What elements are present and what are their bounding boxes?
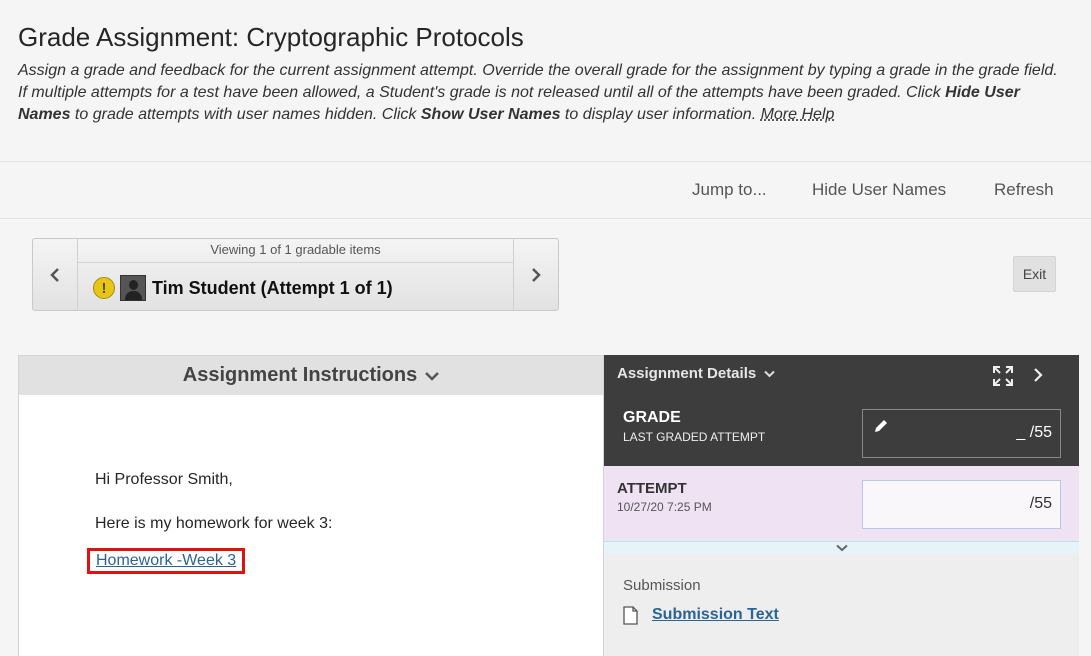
- desc-bold-show: Show User Names: [420, 106, 561, 123]
- needs-grading-icon: !: [93, 277, 115, 299]
- chevron-down-icon: [764, 370, 775, 377]
- page-description: Assign a grade and feedback for the curr…: [18, 60, 1068, 126]
- overall-grade-field[interactable]: _ /55: [862, 409, 1061, 458]
- chevron-down-icon: [425, 371, 440, 381]
- instructions-panel: Assignment Instructions Hi Professor Smi…: [18, 355, 604, 656]
- submission-text-link[interactable]: Submission Text: [652, 606, 779, 624]
- expand-icon[interactable]: [992, 365, 1014, 387]
- desc-text-1: Assign a grade and feedback for the curr…: [18, 62, 1058, 101]
- details-title: Assignment Details: [617, 365, 757, 382]
- homework-link[interactable]: Homework -Week 3: [87, 548, 246, 574]
- student-name: Tim Student (Attempt 1 of 1): [152, 277, 393, 298]
- viewing-count: Viewing 1 of 1 gradable items: [78, 242, 513, 263]
- student-row: ! Tim Student (Attempt 1 of 1): [93, 275, 393, 301]
- attempt-grade-input[interactable]: /55: [862, 480, 1061, 529]
- desc-text-3: to display user information.: [560, 106, 761, 123]
- attempt-section: ATTEMPT 10/27/20 7:25 PM /55: [604, 466, 1079, 542]
- attempt-navigator: Viewing 1 of 1 gradable items ! Tim Stud…: [32, 238, 559, 311]
- previous-attempt-button[interactable]: [33, 239, 78, 310]
- attempt-points-possible: /55: [1029, 495, 1052, 512]
- details-panel: Assignment Details GRADE LAST GRADED ATT…: [604, 355, 1079, 656]
- chevron-left-icon: [50, 267, 59, 282]
- attempt-label: ATTEMPT: [617, 480, 687, 497]
- grade-label: GRADE: [623, 409, 681, 426]
- pencil-icon[interactable]: [873, 418, 889, 434]
- grade-section: GRADE LAST GRADED ATTEMPT _ /55: [604, 394, 1079, 466]
- chevron-right-icon[interactable]: [1032, 367, 1044, 383]
- attempt-date: 10/27/20 7:25 PM: [617, 500, 712, 514]
- grade-value: _ /55: [1016, 424, 1052, 441]
- desc-text-2: to grade attempts with user names hidden…: [70, 106, 421, 123]
- page-header: Grade Assignment: Cryptographic Protocol…: [0, 0, 1091, 162]
- hide-user-names-button[interactable]: Hide User Names: [812, 180, 946, 200]
- details-toggle[interactable]: Assignment Details: [617, 365, 775, 382]
- refresh-button[interactable]: Refresh: [994, 180, 1054, 200]
- more-help-link[interactable]: More Help: [761, 106, 835, 123]
- attempt-expand-toggle[interactable]: [604, 542, 1079, 554]
- action-toolbar: Jump to... Hide User Names Refresh: [0, 163, 1091, 219]
- grade-sublabel: LAST GRADED ATTEMPT: [623, 430, 766, 444]
- jump-to-button[interactable]: Jump to...: [692, 180, 767, 200]
- homework-text: Here is my homework for week 3:: [95, 515, 333, 532]
- page-title: Grade Assignment: Cryptographic Protocol…: [18, 22, 524, 52]
- details-header: Assignment Details: [604, 355, 1079, 394]
- next-attempt-button[interactable]: [513, 239, 558, 310]
- chevron-down-icon: [835, 544, 848, 552]
- instructions-header[interactable]: Assignment Instructions: [19, 356, 603, 395]
- greeting-text: Hi Professor Smith,: [95, 471, 233, 488]
- chevron-right-icon: [532, 267, 541, 282]
- submission-label: Submission: [623, 577, 701, 594]
- instructions-title: Assignment Instructions: [182, 364, 418, 386]
- document-icon: [623, 606, 638, 625]
- exit-button[interactable]: Exit: [1013, 256, 1056, 292]
- avatar: [120, 275, 146, 301]
